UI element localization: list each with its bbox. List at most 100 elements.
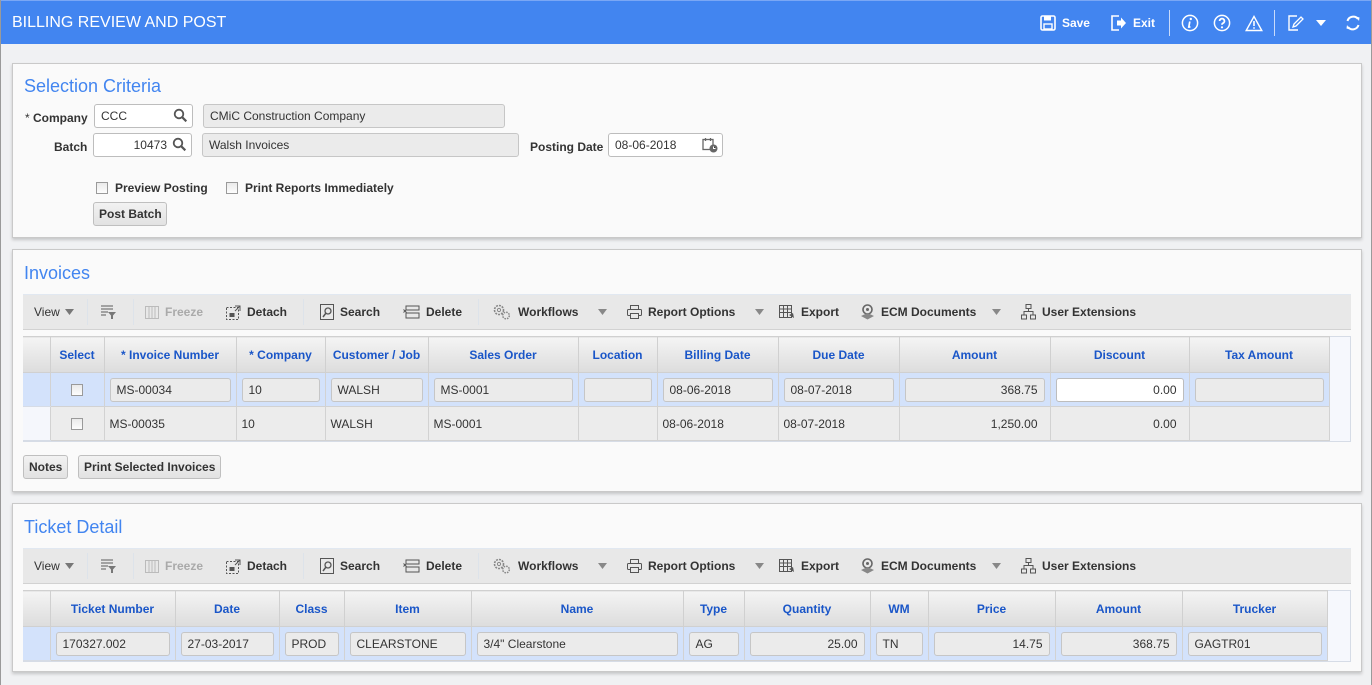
column-header[interactable]: Billing Date	[656, 336, 779, 373]
column-header[interactable]: * Invoice Number	[103, 336, 237, 373]
save-button[interactable]: Save	[1040, 15, 1090, 31]
freeze-button[interactable]: Freeze	[145, 295, 203, 329]
column-header[interactable]: WM	[869, 590, 929, 627]
save-icon	[1040, 15, 1056, 31]
table-row[interactable]: MS-00034 10 WALSH MS-0001 08-06-2018 08-…	[23, 372, 1330, 407]
workflows-menu[interactable]: Workflows	[492, 549, 613, 583]
column-header[interactable]: Sales Order	[427, 336, 579, 373]
class-field[interactable]: PROD	[284, 631, 339, 656]
filter-button[interactable]	[100, 549, 122, 583]
amount-field[interactable]: 368.75	[1060, 631, 1177, 656]
export-grid-icon	[779, 559, 794, 572]
column-header[interactable]: Type	[682, 590, 745, 627]
freeze-button[interactable]: Freeze	[145, 549, 203, 583]
discount-field[interactable]: 0.00	[1055, 377, 1184, 402]
invoice-number-field[interactable]: MS-00034	[109, 377, 231, 402]
column-header[interactable]: Due Date	[777, 336, 900, 373]
print-selected-invoices-button[interactable]: Print Selected Invoices	[78, 455, 222, 479]
date-field[interactable]: 27-03-2017	[180, 631, 274, 656]
caret-down-icon	[598, 563, 608, 569]
type-field[interactable]: AG	[688, 631, 739, 656]
column-header[interactable]: Amount	[1054, 590, 1183, 627]
column-header[interactable]: Discount	[1049, 336, 1190, 373]
column-header[interactable]: Price	[927, 590, 1056, 627]
select-checkbox[interactable]	[70, 418, 83, 430]
company-field[interactable]: 10	[241, 377, 320, 402]
report-options-menu[interactable]: Report Options	[627, 549, 770, 583]
workflows-menu[interactable]: Workflows	[492, 295, 613, 329]
posting-date-input[interactable]: 08-06-2018	[608, 133, 723, 157]
freeze-icon	[145, 305, 159, 319]
view-menu[interactable]: View	[34, 549, 80, 583]
table-row[interactable]: 170327.002 27-03-2017 PROD CLEARSTONE 3/…	[23, 626, 1328, 661]
column-header[interactable]: Customer / Job	[324, 336, 429, 373]
company-input[interactable]: CCC	[94, 104, 193, 128]
column-header[interactable]: Name	[470, 590, 684, 627]
search-button[interactable]: Search	[320, 295, 380, 329]
delete-button[interactable]: Delete	[403, 549, 462, 583]
quantity-field[interactable]: 25.00	[749, 631, 865, 656]
due-date-field[interactable]: 08-07-2018	[783, 377, 894, 402]
post-batch-button[interactable]: Post Batch	[93, 202, 167, 226]
sales-order-cell: MS-0001	[427, 406, 579, 441]
table-row[interactable]: MS-00035 10 WALSH MS-0001 08-06-2018 08-…	[23, 406, 1330, 441]
column-header[interactable]: Trucker	[1181, 590, 1328, 627]
tax-amount-field[interactable]	[1194, 377, 1324, 402]
column-header[interactable]: Quantity	[743, 590, 871, 627]
column-header[interactable]: * Company	[235, 336, 326, 373]
section-heading: Invoices	[24, 263, 91, 283]
view-menu[interactable]: View	[34, 295, 80, 329]
ticket-number-field[interactable]: 170327.002	[55, 631, 170, 656]
column-header[interactable]: Location	[577, 336, 658, 373]
location-field[interactable]	[583, 377, 652, 402]
invoice-number-cell: MS-00035	[103, 406, 237, 441]
column-header[interactable]: Ticket Number	[49, 590, 176, 627]
warning-icon[interactable]	[1244, 13, 1264, 33]
item-field[interactable]: CLEARSTONE	[349, 631, 466, 656]
preview-posting-checkbox[interactable]	[96, 182, 108, 194]
amount-field[interactable]: 368.75	[904, 377, 1045, 402]
billing-date-field[interactable]: 08-06-2018	[662, 377, 773, 402]
print-reports-checkbox[interactable]	[226, 182, 238, 194]
filter-button[interactable]	[100, 295, 122, 329]
column-header[interactable]: Amount	[898, 336, 1051, 373]
user-extensions-button[interactable]: User Extensions	[1021, 295, 1136, 329]
column-header[interactable]: Tax Amount	[1188, 336, 1330, 373]
column-header[interactable]: Date	[174, 590, 280, 627]
customer-job-field[interactable]: WALSH	[330, 377, 423, 402]
search-button[interactable]: Search	[320, 549, 380, 583]
sales-order-field[interactable]: MS-0001	[433, 377, 573, 402]
header-divider	[1169, 10, 1170, 36]
trucker-field[interactable]: GAGTR01	[1187, 631, 1322, 656]
caret-down-icon[interactable]	[1311, 13, 1331, 33]
report-options-menu[interactable]: Report Options	[627, 295, 770, 329]
edit-note-icon[interactable]	[1285, 13, 1305, 33]
detach-button[interactable]: Detach	[226, 295, 287, 329]
export-button[interactable]: Export	[779, 549, 839, 583]
delete-button[interactable]: Delete	[403, 295, 462, 329]
user-extensions-button[interactable]: User Extensions	[1021, 549, 1136, 583]
search-icon[interactable]	[173, 108, 188, 123]
select-checkbox[interactable]	[70, 384, 83, 396]
batch-input[interactable]: 10473	[93, 133, 192, 157]
calendar-icon[interactable]	[702, 137, 718, 153]
detach-button[interactable]: Detach	[226, 549, 287, 583]
column-header[interactable]: Item	[343, 590, 472, 627]
exit-button[interactable]: Exit	[1110, 15, 1155, 31]
column-header[interactable]: Class	[278, 590, 345, 627]
ecm-documents-menu[interactable]: ECM Documents	[860, 549, 1007, 583]
refresh-icon[interactable]	[1343, 13, 1363, 33]
info-icon[interactable]	[1180, 13, 1200, 33]
table-header: Ticket Number Date Class Item Name Type …	[23, 590, 1328, 627]
price-field[interactable]: 14.75	[933, 631, 1050, 656]
search-icon[interactable]	[172, 137, 187, 152]
wm-field[interactable]: TN	[875, 631, 923, 656]
help-icon[interactable]	[1212, 13, 1232, 33]
gears-icon	[493, 304, 511, 320]
invoices-table: Select * Invoice Number * Company Custom…	[23, 336, 1330, 441]
ecm-documents-menu[interactable]: ECM Documents	[860, 295, 1007, 329]
export-button[interactable]: Export	[779, 295, 839, 329]
notes-button[interactable]: Notes	[23, 455, 69, 479]
name-field[interactable]: 3/4" Clearstone	[476, 631, 678, 656]
column-header[interactable]: Select	[49, 336, 105, 373]
